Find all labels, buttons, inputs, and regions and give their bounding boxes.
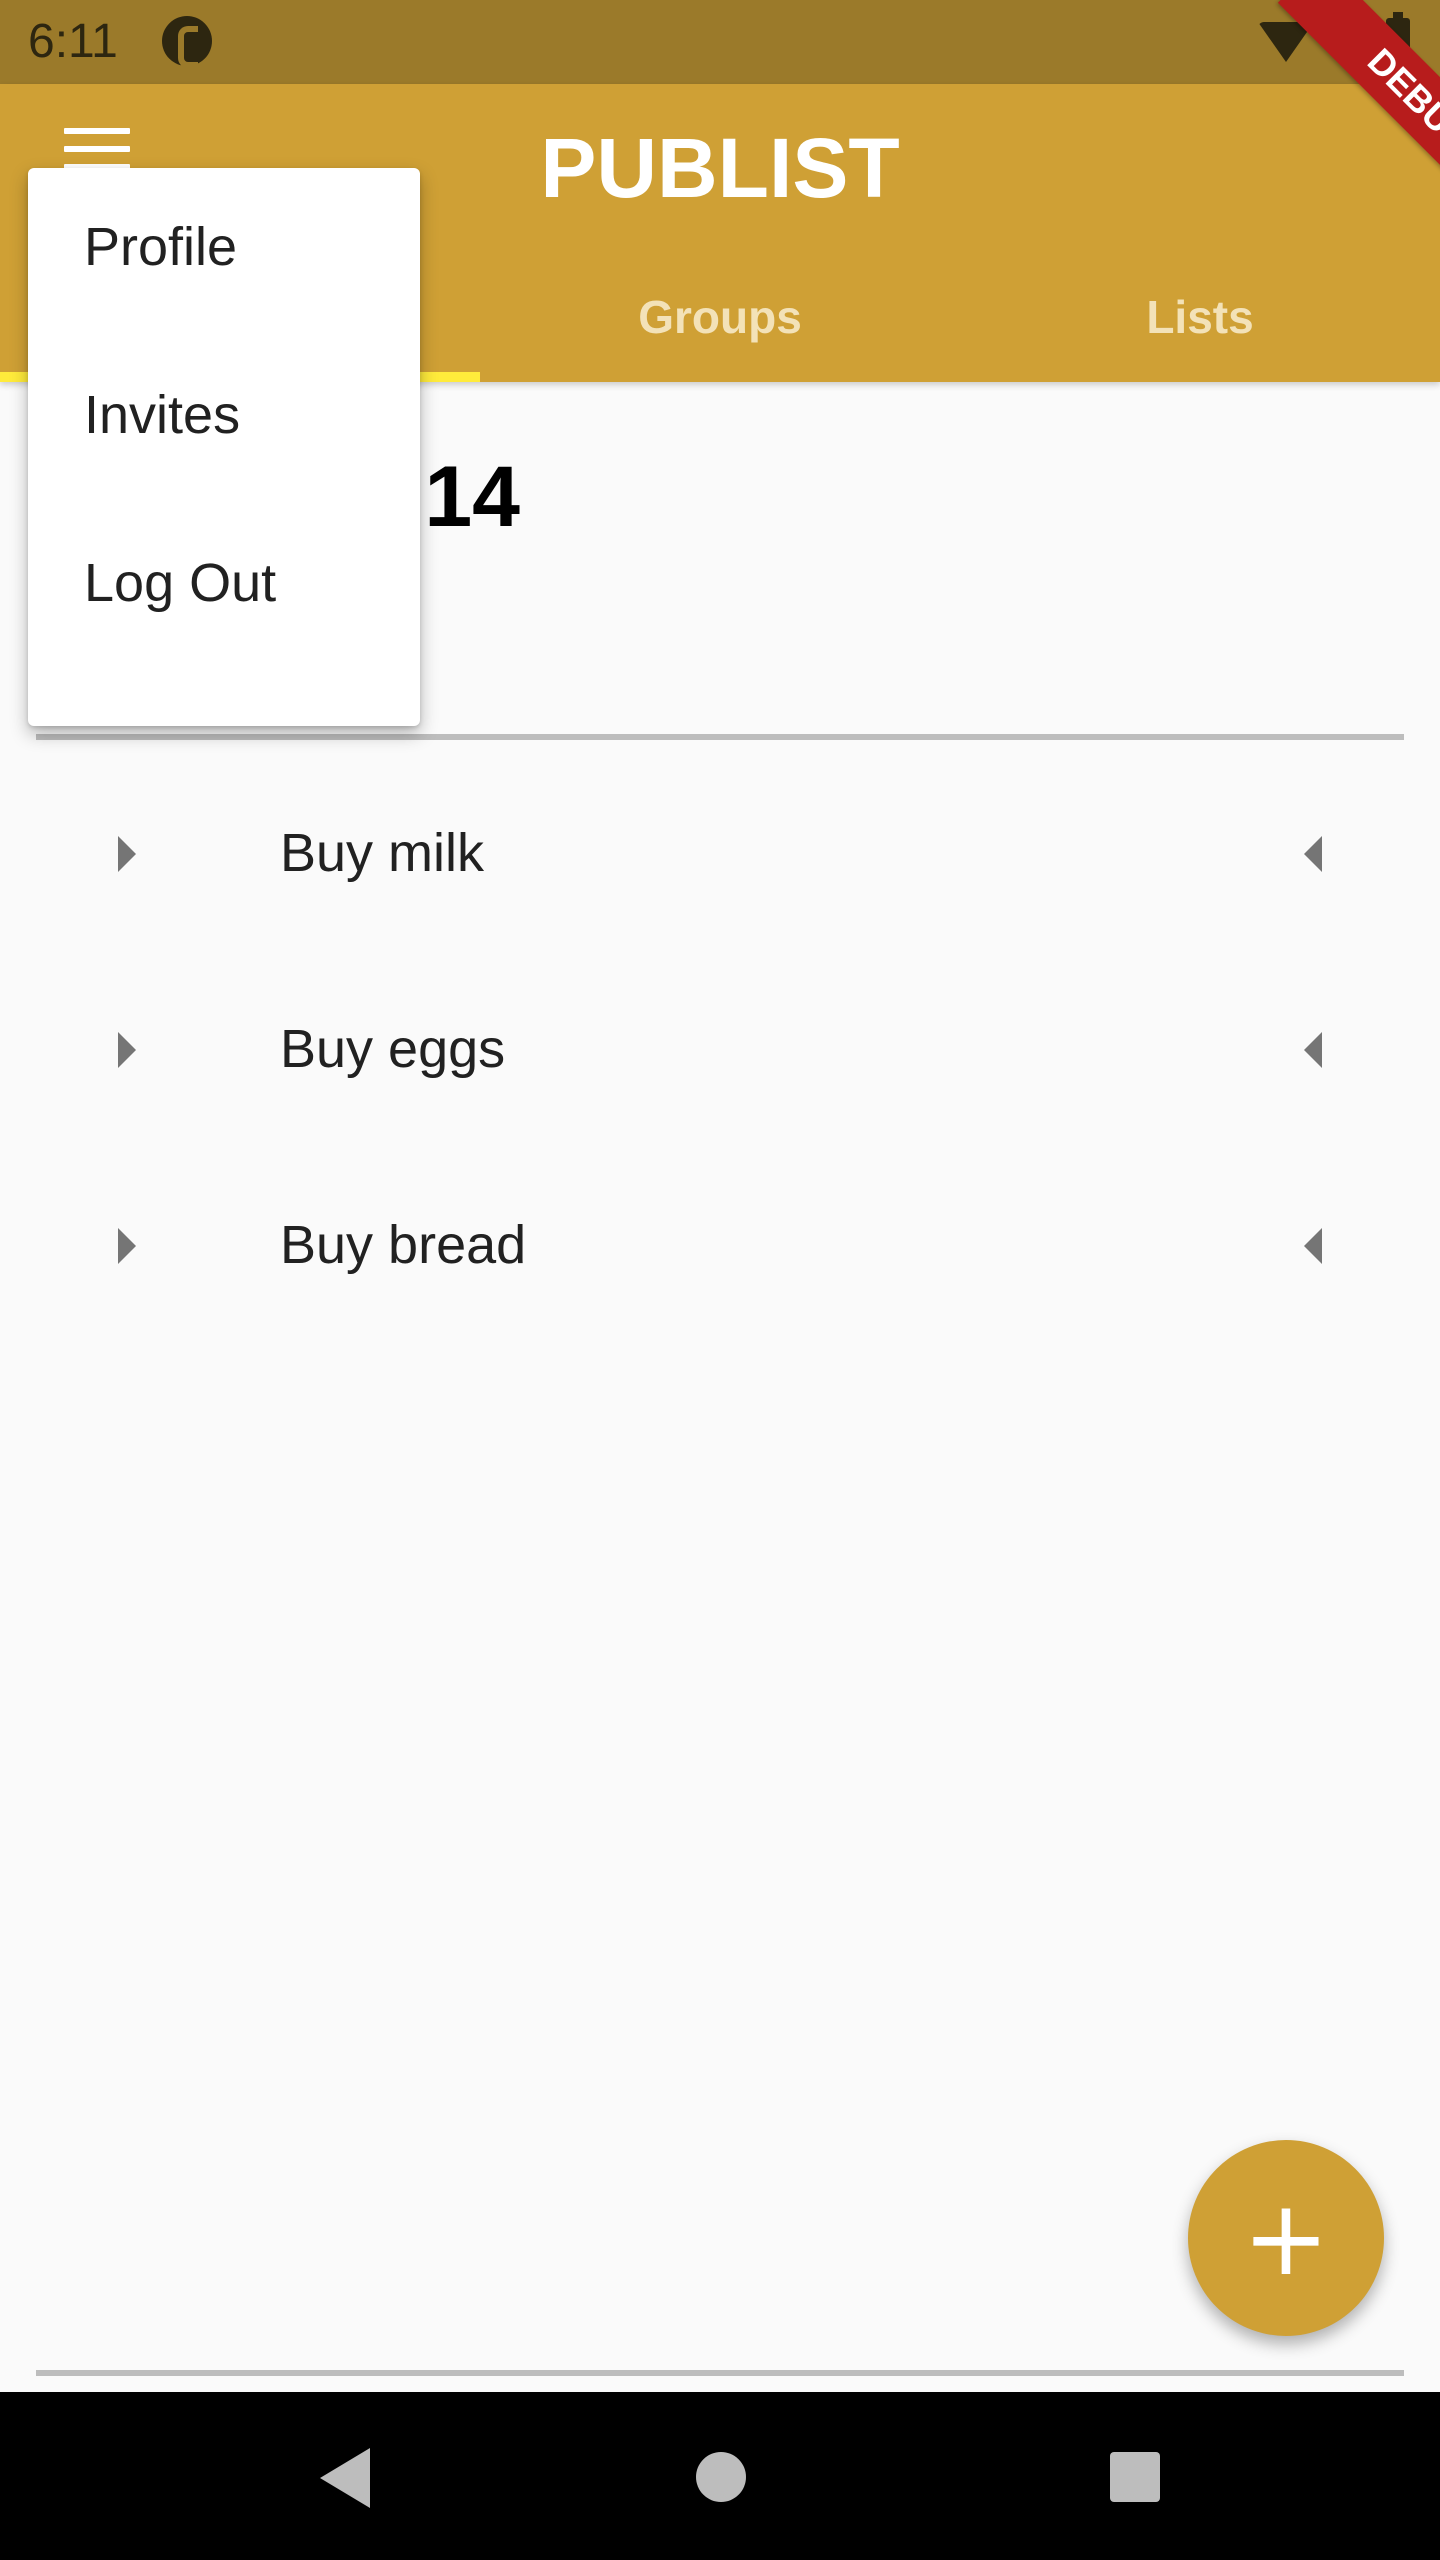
expand-right-icon[interactable] — [118, 1228, 136, 1264]
popup-menu: Profile Invites Log Out — [28, 168, 420, 726]
system-nav-bar — [0, 2392, 1440, 2560]
task-label: Buy eggs — [280, 1019, 506, 1079]
task-label: Buy milk — [280, 823, 485, 883]
tab-lists[interactable]: Lists — [960, 252, 1440, 382]
add-icon: + — [1242, 2177, 1330, 2299]
menu-item-label: Profile — [84, 217, 238, 277]
bottom-divider — [36, 2370, 1404, 2376]
menu-item-logout[interactable]: Log Out — [28, 504, 420, 672]
tab-groups[interactable]: Groups — [480, 252, 960, 382]
menu-item-profile[interactable]: Profile — [28, 168, 420, 336]
recents-icon[interactable] — [1110, 2452, 1160, 2502]
expand-right-icon[interactable] — [118, 836, 136, 872]
expand-left-icon[interactable] — [1304, 1228, 1322, 1264]
menu-item-label: Invites — [84, 385, 241, 445]
notification-app-icon — [162, 16, 212, 68]
back-icon[interactable] — [320, 2448, 370, 2508]
list-item[interactable]: Buy bread — [0, 1156, 1440, 1336]
menu-item-label: Log Out — [84, 553, 277, 613]
top-divider — [36, 734, 1404, 740]
expand-left-icon[interactable] — [1304, 836, 1322, 872]
expand-right-icon[interactable] — [118, 1032, 136, 1068]
task-label: Buy bread — [280, 1215, 527, 1275]
status-time: 6:11 — [28, 15, 118, 68]
status-bar: 6:11 4 — [0, 0, 1440, 84]
expand-left-icon[interactable] — [1304, 1032, 1322, 1068]
list-item[interactable]: Buy milk — [0, 764, 1440, 944]
home-icon[interactable] — [696, 2452, 746, 2502]
add-button[interactable]: + — [1188, 2140, 1384, 2336]
menu-item-invites[interactable]: Invites — [28, 336, 420, 504]
list-item[interactable]: Buy eggs — [0, 960, 1440, 1140]
